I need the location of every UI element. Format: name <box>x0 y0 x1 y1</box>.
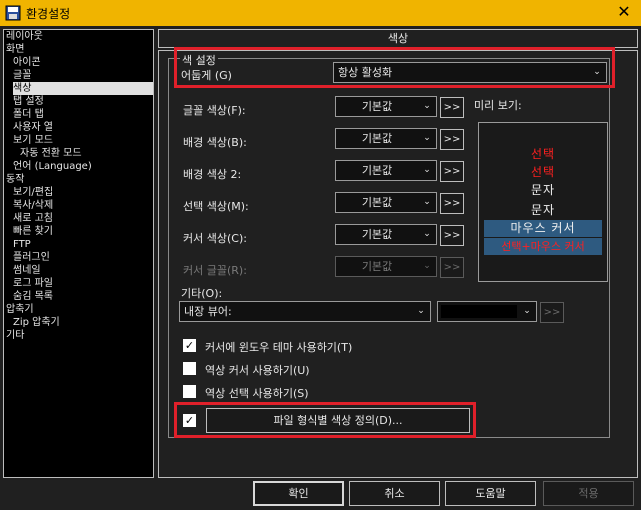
preview-selected-2: 선택 <box>530 165 556 179</box>
app-icon <box>5 5 21 21</box>
tree-item-auto-switch-mode[interactable]: 자동 전환 모드 <box>20 147 82 160</box>
tree-item-hidden-list[interactable]: 숨김 목록 <box>13 290 53 303</box>
chevron-down-icon: ⌄ <box>423 165 431 175</box>
font-color-label: 글꼴 색상(F): <box>183 104 246 117</box>
selection-color-select[interactable]: 기본값 ⌄ <box>335 192 437 213</box>
chevron-down-icon: ⌄ <box>523 306 531 316</box>
tree-item-colors[interactable]: 색상 <box>13 82 153 95</box>
preview-selected-1: 선택 <box>530 147 556 161</box>
tree-item-view-edit[interactable]: 보기/편집 <box>13 186 53 199</box>
tree-item-fonts[interactable]: 글꼴 <box>13 69 31 82</box>
tree-item-refresh[interactable]: 새로 고침 <box>13 212 53 225</box>
apply-button: 적용 <box>543 481 634 506</box>
bg-color-label: 배경 색상(B): <box>183 136 247 149</box>
inverse-selection-checkbox[interactable] <box>183 385 196 398</box>
tree-item-display[interactable]: 화면 <box>6 43 24 56</box>
other-label: 기타(O): <box>181 287 223 300</box>
theme-cursor-checkbox[interactable]: ✓ <box>183 339 196 352</box>
bg-color2-label: 배경 색상 2: <box>183 168 242 181</box>
tree-item-behavior[interactable]: 동작 <box>6 173 24 186</box>
tree-item-layout[interactable]: 레이아웃 <box>6 30 43 43</box>
tree-item-thumbnails[interactable]: 썸네일 <box>13 264 41 277</box>
bg-color2-more-button[interactable]: >> <box>440 161 464 182</box>
tree-item-language[interactable]: 언어 (Language) <box>13 160 92 173</box>
preview-cursor: 마우스 커서 <box>484 220 602 237</box>
chevron-down-icon: ⌄ <box>423 133 431 143</box>
chevron-down-icon: ⌄ <box>423 229 431 239</box>
check-icon: ✓ <box>184 339 195 352</box>
bg-color2-select[interactable]: 기본값 ⌄ <box>335 160 437 181</box>
cursor-color-value: 기본값 <box>361 228 393 241</box>
inverse-cursor-checkbox[interactable] <box>183 362 196 375</box>
preview-selected-cursor: 선택+마우스 커서 <box>484 238 602 255</box>
title-bar: 환경설정 ✕ <box>0 0 641 26</box>
bg-color2-value: 기본값 <box>361 164 393 177</box>
tree-item-zip-packer[interactable]: Zip 압축기 <box>13 316 60 329</box>
preview-text-2: 문자 <box>530 203 556 217</box>
category-tree[interactable]: 레이아웃 화면 아이콘 글꼴 색상 탭 설정 폴더 탭 사용자 열 보기 모드 … <box>3 29 154 478</box>
other-color-select[interactable]: ⌄ <box>437 301 537 322</box>
cursor-font-more-button: >> <box>440 257 464 278</box>
preview-text-1: 문자 <box>530 183 556 197</box>
selection-color-more-button[interactable]: >> <box>440 193 464 214</box>
assoc-highlight <box>174 402 476 438</box>
chevron-down-icon: ⌄ <box>423 101 431 111</box>
tree-item-user-columns[interactable]: 사용자 열 <box>13 121 53 134</box>
tree-item-folder-tabs[interactable]: 폴더 탭 <box>13 108 44 121</box>
other-more-button: >> <box>540 302 564 323</box>
ok-button[interactable]: 확인 <box>253 481 344 506</box>
bg-color-more-button[interactable]: >> <box>440 129 464 150</box>
tree-item-ftp[interactable]: FTP <box>13 238 31 251</box>
font-color-value: 기본값 <box>361 100 393 113</box>
dark-mode-highlight <box>174 47 615 88</box>
chevron-down-icon: ⌄ <box>423 197 431 207</box>
tree-item-copy-delete[interactable]: 복사/삭제 <box>13 199 53 212</box>
cursor-color-select[interactable]: 기본값 ⌄ <box>335 224 437 245</box>
section-header: 색상 <box>158 29 638 48</box>
tree-item-plugins[interactable]: 플러그인 <box>13 251 50 264</box>
inverse-selection-label: 역상 선택 사용하기(S) <box>205 387 309 400</box>
window-title: 환경설정 <box>26 7 71 21</box>
cursor-font-select: 기본값 ⌄ <box>335 256 437 277</box>
bg-color-select[interactable]: 기본값 ⌄ <box>335 128 437 149</box>
theme-cursor-label: 커서에 윈도우 테마 사용하기(T) <box>205 341 353 354</box>
cursor-font-value: 기본값 <box>361 260 393 273</box>
tree-item-misc[interactable]: 기타 <box>6 329 24 342</box>
font-color-select[interactable]: 기본값 ⌄ <box>335 96 437 117</box>
cursor-color-more-button[interactable]: >> <box>440 225 464 246</box>
other-value: 내장 뷰어: <box>184 305 232 318</box>
other-select[interactable]: 내장 뷰어: ⌄ <box>179 301 431 322</box>
color-preview: 선택 선택 문자 문자 마우스 커서 선택+마우스 커서 <box>478 122 608 282</box>
selection-color-value: 기본값 <box>361 196 393 209</box>
cancel-button[interactable]: 취소 <box>349 481 440 506</box>
chevron-down-icon: ⌄ <box>423 261 431 271</box>
font-color-more-button[interactable]: >> <box>440 97 464 118</box>
other-color-swatch <box>441 305 517 318</box>
cursor-font-label: 커서 글꼴(R): <box>183 264 247 277</box>
bg-color-value: 기본값 <box>361 132 393 145</box>
cursor-color-label: 커서 색상(C): <box>183 232 247 245</box>
chevron-down-icon: ⌄ <box>417 306 425 316</box>
tree-item-view-mode[interactable]: 보기 모드 <box>13 134 53 147</box>
tree-item-quick-search[interactable]: 빠른 찾기 <box>13 225 53 238</box>
close-button[interactable]: ✕ <box>615 3 633 21</box>
tree-item-log-file[interactable]: 로그 파일 <box>13 277 53 290</box>
inverse-cursor-label: 역상 커서 사용하기(U) <box>205 364 310 377</box>
tree-item-packers[interactable]: 압축기 <box>6 303 34 316</box>
tree-item-icons[interactable]: 아이콘 <box>13 56 41 69</box>
tree-item-tab-settings[interactable]: 탭 설정 <box>13 95 44 108</box>
selection-color-label: 선택 색상(M): <box>183 200 249 213</box>
preview-label: 미리 보기: <box>474 99 522 112</box>
help-button[interactable]: 도움말 <box>445 481 536 506</box>
